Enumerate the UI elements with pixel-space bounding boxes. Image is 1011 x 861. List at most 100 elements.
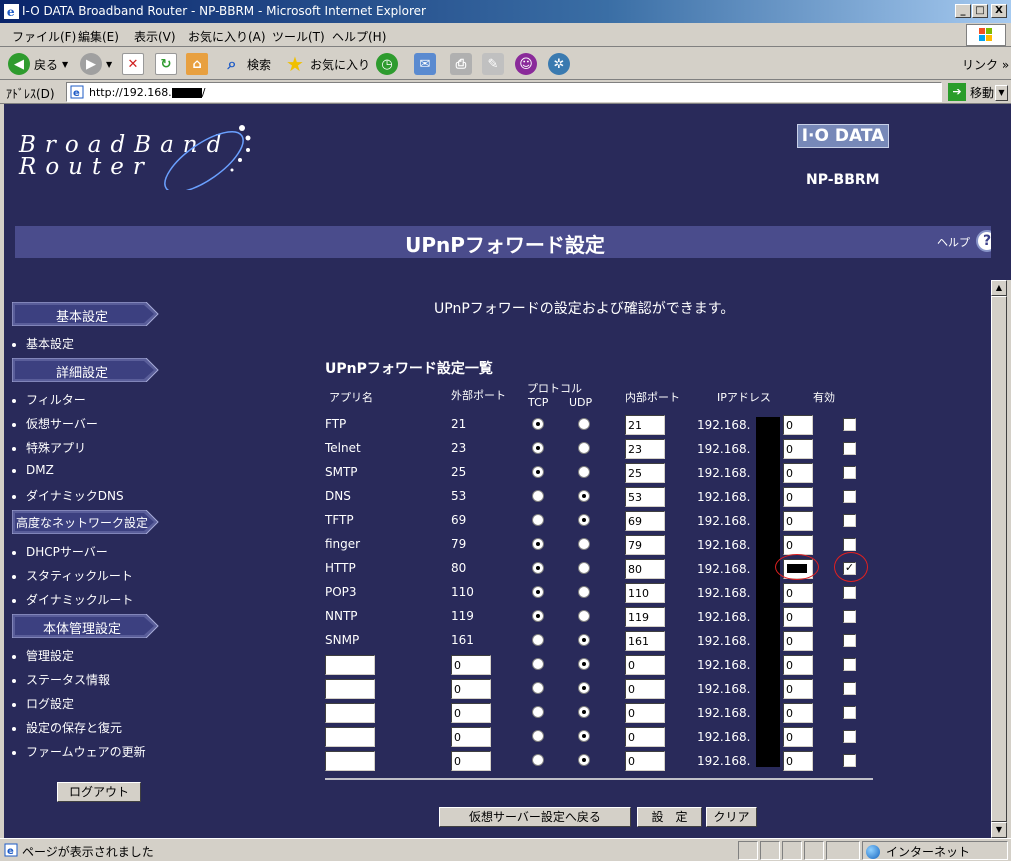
go-button[interactable]: ➔ 移動 — [948, 83, 994, 101]
address-input[interactable]: e http://192.168. / ▼ — [66, 82, 1008, 102]
radio-udp[interactable] — [578, 586, 590, 598]
radio-tcp[interactable] — [532, 466, 544, 478]
menu-file[interactable]: ファイル(F) — [12, 28, 76, 45]
messenger-button[interactable]: ☺ — [515, 52, 537, 76]
refresh-button[interactable]: ↻ — [155, 52, 177, 76]
window-titlebar[interactable]: e I-O DATA Broadband Router - NP-BBRM - … — [0, 0, 1011, 23]
minimize-button[interactable]: _ — [955, 4, 971, 18]
ext-port-input[interactable] — [451, 727, 491, 747]
int-port-input[interactable] — [625, 655, 665, 675]
sidebar-item-log[interactable]: ログ設定 — [12, 695, 74, 712]
ip-last-octet-input[interactable] — [783, 679, 813, 699]
ip-last-octet-input[interactable] — [783, 415, 813, 435]
sidebar-item-management[interactable]: 管理設定 — [12, 647, 74, 664]
int-port-input[interactable] — [625, 583, 665, 603]
print-button[interactable]: ⎙ — [450, 52, 472, 76]
ip-last-octet-input[interactable] — [783, 751, 813, 771]
radio-udp[interactable] — [578, 706, 590, 718]
ip-last-octet-input[interactable] — [783, 655, 813, 675]
int-port-input[interactable] — [625, 415, 665, 435]
int-port-input[interactable] — [625, 559, 665, 579]
clear-button[interactable]: クリア — [706, 807, 757, 827]
enabled-checkbox[interactable] — [843, 754, 856, 767]
sidebar-item-dhcp[interactable]: DHCPサーバー — [12, 543, 108, 560]
sidebar-item-dynamic-route[interactable]: ダイナミックルート — [12, 591, 133, 608]
int-port-input[interactable] — [625, 439, 665, 459]
enabled-checkbox[interactable] — [843, 586, 856, 599]
ip-last-octet-input[interactable] — [783, 703, 813, 723]
ip-last-octet-input[interactable] — [783, 463, 813, 483]
forward-button[interactable]: ▶ ▼ — [80, 52, 112, 76]
app-name-input[interactable] — [325, 679, 375, 699]
scroll-thumb[interactable] — [991, 296, 1007, 822]
ext-port-input[interactable] — [451, 679, 491, 699]
ext-port-input[interactable] — [451, 703, 491, 723]
enabled-checkbox[interactable] — [843, 634, 856, 647]
radio-udp[interactable] — [578, 538, 590, 550]
sidebar-item-virtual-server[interactable]: 仮想サーバー — [12, 415, 98, 432]
ip-last-octet-input[interactable] — [783, 439, 813, 459]
back-button[interactable]: ◀ 戻る ▼ — [8, 52, 68, 76]
history-button[interactable]: ◷ — [376, 52, 398, 76]
sidebar-item-filter[interactable]: フィルター — [12, 391, 86, 408]
radio-tcp[interactable] — [532, 706, 544, 718]
int-port-input[interactable] — [625, 487, 665, 507]
favorites-button[interactable]: ★ お気に入り — [284, 52, 370, 76]
help-link[interactable]: ヘルプ — [937, 234, 970, 250]
enabled-checkbox[interactable] — [843, 658, 856, 671]
address-dropdown-icon[interactable]: ▼ — [995, 85, 1008, 101]
app-name-input[interactable] — [325, 727, 375, 747]
radio-tcp[interactable] — [532, 682, 544, 694]
ext-port-input[interactable] — [451, 655, 491, 675]
ip-last-octet-input[interactable] — [783, 511, 813, 531]
app-name-input[interactable] — [325, 655, 375, 675]
radio-tcp[interactable] — [532, 490, 544, 502]
sidebar-section-advanced[interactable]: 詳細設定 — [12, 358, 160, 382]
ip-last-octet-input[interactable] — [783, 487, 813, 507]
ext-port-input[interactable] — [451, 751, 491, 771]
sidebar-item-backup[interactable]: 設定の保存と復元 — [12, 719, 122, 736]
radio-tcp[interactable] — [532, 634, 544, 646]
radio-udp[interactable] — [578, 514, 590, 526]
radio-udp[interactable] — [578, 658, 590, 670]
menu-view[interactable]: 表示(V) — [134, 28, 176, 45]
menu-tools[interactable]: ツール(T) — [272, 28, 325, 45]
radio-udp[interactable] — [578, 634, 590, 646]
int-port-input[interactable] — [625, 535, 665, 555]
menu-edit[interactable]: 編集(E) — [78, 28, 119, 45]
int-port-input[interactable] — [625, 511, 665, 531]
enabled-checkbox[interactable] — [843, 442, 856, 455]
radio-udp[interactable] — [578, 754, 590, 766]
radio-udp[interactable] — [578, 730, 590, 742]
enabled-checkbox[interactable] — [843, 610, 856, 623]
sidebar-section-network[interactable]: 高度なネットワーク設定 — [12, 510, 160, 534]
radio-udp[interactable] — [578, 682, 590, 694]
scroll-up-icon[interactable]: ▲ — [991, 280, 1007, 296]
sidebar-section-basic[interactable]: 基本設定 — [12, 302, 160, 326]
app-name-input[interactable] — [325, 751, 375, 771]
radio-udp[interactable] — [578, 490, 590, 502]
vertical-scrollbar[interactable]: ▲ ▼ — [991, 280, 1007, 838]
enabled-checkbox[interactable] — [843, 682, 856, 695]
sidebar-item-special-app[interactable]: 特殊アプリ — [12, 439, 86, 456]
ip-last-octet-input[interactable] — [783, 607, 813, 627]
radio-tcp[interactable] — [532, 658, 544, 670]
sidebar-item-static-route[interactable]: スタティックルート — [12, 567, 133, 584]
radio-tcp[interactable] — [532, 514, 544, 526]
radio-tcp[interactable] — [532, 610, 544, 622]
int-port-input[interactable] — [625, 607, 665, 627]
sidebar-item-dynamic-dns[interactable]: ダイナミックDNS — [12, 487, 124, 504]
radio-udp[interactable] — [578, 562, 590, 574]
int-port-input[interactable] — [625, 631, 665, 651]
links-menu[interactable]: リンク » — [962, 56, 1009, 73]
maximize-button[interactable]: □ — [972, 4, 988, 18]
sidebar-section-admin[interactable]: 本体管理設定 — [12, 614, 160, 638]
enabled-checkbox[interactable] — [843, 706, 856, 719]
close-button[interactable]: X — [991, 4, 1007, 18]
int-port-input[interactable] — [625, 727, 665, 747]
radio-tcp[interactable] — [532, 538, 544, 550]
enabled-checkbox[interactable] — [843, 490, 856, 503]
stop-button[interactable]: ✕ — [122, 52, 144, 76]
radio-tcp[interactable] — [532, 754, 544, 766]
menu-favorites[interactable]: お気に入り(A) — [188, 28, 266, 45]
